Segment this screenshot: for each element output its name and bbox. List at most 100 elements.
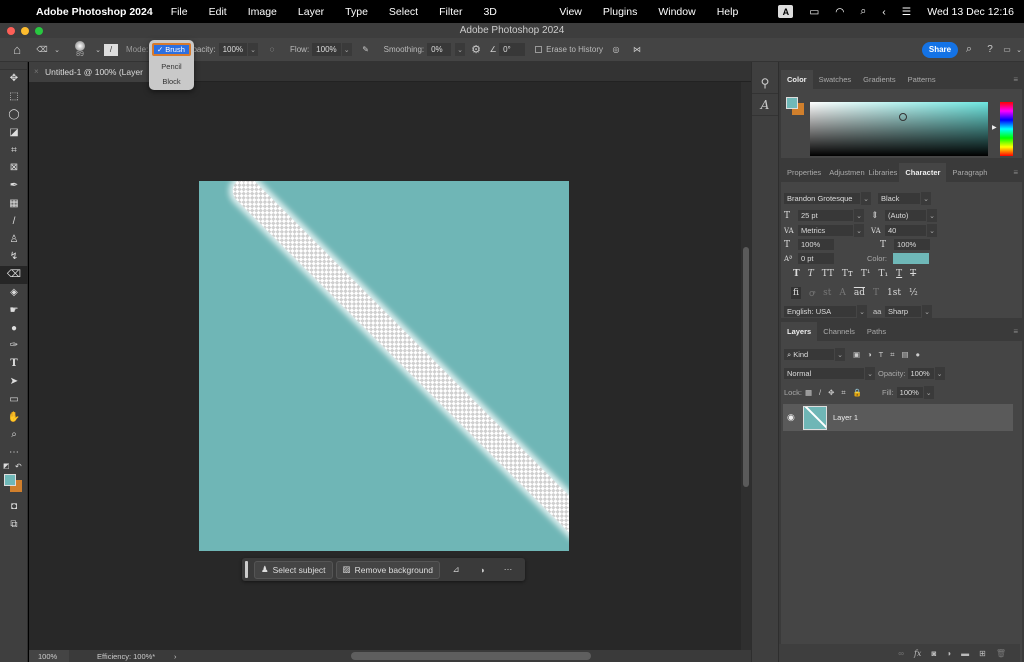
status-menu-chevron[interactable]: ›: [174, 652, 177, 661]
chevron-down-icon[interactable]: ⌄: [927, 224, 937, 237]
filter-type-icon[interactable]: T: [879, 350, 884, 360]
chevron-down-icon[interactable]: ⌄: [92, 46, 104, 54]
discretionary-ligatures-button[interactable]: ad: [854, 288, 865, 298]
taskbar-drag-handle[interactable]: [245, 561, 248, 578]
fractions-button[interactable]: ½: [909, 288, 918, 298]
document-tab[interactable]: × Untitled-1 @ 100% (Layer: [29, 62, 154, 82]
layer-filter-select[interactable]: ⌕ Kind: [784, 349, 834, 360]
workspace-icon[interactable]: ▭: [1000, 45, 1014, 54]
object-selection-tool[interactable]: ◪: [0, 123, 28, 141]
remove-background-button[interactable]: ▨ Remove background: [335, 560, 441, 579]
flow-field[interactable]: 100%: [312, 43, 341, 56]
panel-menu-icon[interactable]: ≡: [1013, 168, 1018, 177]
search-icon[interactable]: ⌕: [958, 43, 980, 56]
layer-row[interactable]: ◉ Layer 1: [783, 404, 1013, 431]
old-style-button[interactable]: ꝍ: [809, 286, 815, 299]
chevron-down-icon[interactable]: ⌄: [921, 192, 931, 205]
tab-layers[interactable]: Layers: [781, 322, 818, 341]
chevron-down-icon[interactable]: ⌄: [857, 305, 867, 318]
swap-colors-icon[interactable]: ↶: [15, 462, 22, 471]
layer-opacity-field[interactable]: 100%: [907, 368, 934, 379]
chevron-down-icon[interactable]: ⌄: [861, 192, 871, 205]
ligatures-button[interactable]: fi: [791, 286, 802, 299]
color-picker-handle[interactable]: [899, 113, 907, 121]
small-caps-button[interactable]: Tт: [842, 269, 853, 279]
lock-image-icon[interactable]: /: [819, 388, 821, 398]
menu-app-name[interactable]: Adobe Photoshop 2024: [36, 6, 153, 18]
menu-select[interactable]: Select: [389, 6, 418, 18]
pressure-opacity-icon[interactable]: ◌: [258, 45, 286, 54]
frame-tool[interactable]: ⊠: [0, 159, 28, 177]
battery-icon[interactable]: ▭: [809, 6, 819, 18]
adjustment-icon[interactable]: ◑: [469, 565, 495, 575]
pen-tool[interactable]: ✑: [0, 337, 28, 355]
leading-field[interactable]: (Auto): [885, 210, 926, 221]
all-caps-button[interactable]: TT: [822, 269, 834, 279]
underline-button[interactable]: T: [896, 269, 902, 279]
airbrush-icon[interactable]: ✎: [352, 45, 380, 54]
menu-image[interactable]: Image: [248, 6, 277, 18]
share-button[interactable]: Share: [922, 41, 958, 58]
pressure-size-icon[interactable]: ◎: [603, 45, 629, 54]
new-layer-icon[interactable]: ⊞: [979, 649, 986, 658]
tab-channels[interactable]: Channels: [817, 322, 861, 341]
tab-libraries[interactable]: Libraries: [867, 163, 900, 182]
glyphs-panel-icon[interactable]: A: [752, 94, 778, 116]
font-size-field[interactable]: 25 pt: [798, 210, 853, 221]
filter-toggle-icon[interactable]: ●: [916, 350, 921, 360]
close-document-icon[interactable]: ×: [34, 67, 39, 76]
chevron-down-icon[interactable]: ⌄: [50, 46, 64, 54]
filter-smart-object-icon[interactable]: ▤: [901, 350, 908, 360]
kerning-field[interactable]: Metrics: [798, 225, 853, 236]
eyedropper-tool[interactable]: ✒: [0, 177, 28, 195]
eraser-tool[interactable]: ⌫: [0, 265, 28, 284]
color-panel-foreground-swatch[interactable]: [786, 97, 798, 109]
canvas[interactable]: [199, 181, 569, 551]
tracking-field[interactable]: 40: [885, 225, 926, 236]
menu-filter[interactable]: Filter: [439, 6, 462, 18]
panel-menu-icon[interactable]: ≡: [1013, 327, 1018, 336]
control-center-icon[interactable]: ☰: [902, 6, 911, 18]
dodge-tool[interactable]: ●: [0, 319, 28, 337]
edit-toolbar-button[interactable]: ⋯: [0, 444, 28, 462]
transform-icon[interactable]: ⊿: [443, 564, 469, 575]
mode-option-pencil[interactable]: Pencil: [149, 62, 194, 71]
angle-field[interactable]: 0°: [499, 43, 526, 56]
language-select[interactable]: English: USA: [784, 306, 856, 317]
move-tool[interactable]: ✥: [0, 70, 28, 88]
menu-window[interactable]: Window: [658, 6, 695, 18]
opacity-dropdown[interactable]: ⌄: [248, 43, 259, 56]
wifi-icon[interactable]: ◠: [835, 6, 844, 18]
crop-tool[interactable]: ⌗: [0, 141, 28, 159]
blend-mode-select[interactable]: Normal: [784, 368, 864, 379]
marquee-tool[interactable]: ⬚: [0, 88, 28, 106]
panel-menu-icon[interactable]: ≡: [1013, 75, 1018, 84]
faux-italic-button[interactable]: T: [808, 269, 814, 279]
tab-swatches[interactable]: Swatches: [813, 70, 858, 89]
swash-button[interactable]: st: [823, 288, 831, 298]
foreground-color-swatch[interactable]: [4, 473, 16, 486]
new-group-icon[interactable]: ▬: [961, 649, 969, 658]
erase-to-history-checkbox[interactable]: [535, 46, 543, 53]
chevron-down-icon[interactable]: ⌄: [865, 367, 875, 380]
tab-color[interactable]: Color: [781, 70, 813, 89]
brush-tool[interactable]: /: [0, 212, 28, 230]
select-subject-button[interactable]: ♟ Select subject: [254, 560, 333, 579]
chevron-down-icon[interactable]: ⌄: [922, 305, 932, 318]
chevron-down-icon[interactable]: ⌄: [854, 224, 864, 237]
home-icon[interactable]: ⌂: [0, 42, 34, 57]
tab-patterns[interactable]: Patterns: [902, 70, 942, 89]
vertical-scrollbar-thumb[interactable]: [743, 247, 749, 487]
text-color-swatch[interactable]: [893, 253, 930, 264]
spotlight-icon[interactable]: ⌕: [860, 5, 866, 18]
zoom-level[interactable]: 100%: [29, 650, 69, 662]
strikethrough-button[interactable]: T: [910, 269, 916, 279]
spot-healing-tool[interactable]: ▦: [0, 195, 28, 213]
default-colors-icon[interactable]: ◩: [3, 462, 10, 470]
lasso-tool[interactable]: ◯: [0, 106, 28, 124]
opacity-field[interactable]: 100%: [218, 43, 248, 56]
menu-file[interactable]: File: [171, 6, 188, 18]
clone-source-panel-icon[interactable]: ⚲: [752, 72, 778, 94]
chevron-down-icon[interactable]: ⌄: [927, 209, 937, 222]
chevron-left-icon[interactable]: ‹: [882, 6, 886, 18]
